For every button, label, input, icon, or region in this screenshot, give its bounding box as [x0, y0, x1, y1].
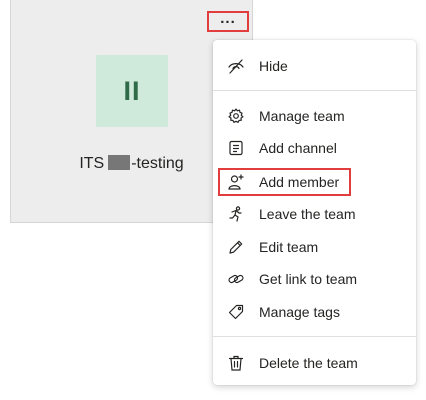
team-avatar: II	[96, 55, 168, 127]
menu-item-get-link[interactable]: Get link to team	[213, 263, 416, 295]
menu-item-label: Leave the team	[259, 206, 356, 222]
menu-item-label: Hide	[259, 58, 288, 74]
team-name-suffix: -testing	[131, 155, 184, 172]
menu-item-label: Add channel	[259, 140, 337, 156]
channel-list-icon	[227, 139, 245, 157]
menu-item-delete-team[interactable]: Delete the team	[213, 347, 416, 379]
tag-icon	[227, 303, 245, 321]
trash-icon	[227, 354, 245, 372]
menu-item-hide[interactable]: Hide	[213, 50, 416, 82]
team-avatar-initials: II	[123, 75, 141, 106]
link-icon	[227, 270, 245, 288]
person-running-icon	[227, 205, 245, 223]
menu-item-edit-team[interactable]: Edit team	[213, 231, 416, 263]
menu-item-label: Manage tags	[259, 304, 340, 320]
menu-item-add-channel[interactable]: Add channel	[213, 132, 416, 164]
gear-icon	[227, 107, 245, 125]
menu-item-manage-team[interactable]: Manage team	[213, 100, 416, 132]
menu-item-leave-team[interactable]: Leave the team	[213, 198, 416, 230]
menu-divider	[213, 90, 416, 91]
menu-item-add-member[interactable]: Add member	[213, 166, 416, 198]
redacted-text	[108, 155, 131, 170]
menu-item-label: Get link to team	[259, 271, 358, 287]
add-person-icon	[227, 173, 245, 191]
eye-off-icon	[227, 57, 245, 75]
menu-item-manage-tags[interactable]: Manage tags	[213, 296, 416, 328]
team-context-menu: Hide Manage team Add channel Add member …	[213, 40, 416, 385]
menu-divider	[213, 336, 416, 337]
menu-item-label: Delete the team	[259, 355, 358, 371]
menu-item-label: Manage team	[259, 108, 345, 124]
menu-item-label: Edit team	[259, 239, 319, 255]
more-options-button[interactable]: ...	[207, 11, 249, 32]
more-options-icon: ...	[220, 10, 236, 27]
pencil-icon	[227, 238, 245, 256]
menu-item-label: Add member	[259, 174, 340, 190]
team-name-prefix: ITS	[79, 155, 105, 172]
